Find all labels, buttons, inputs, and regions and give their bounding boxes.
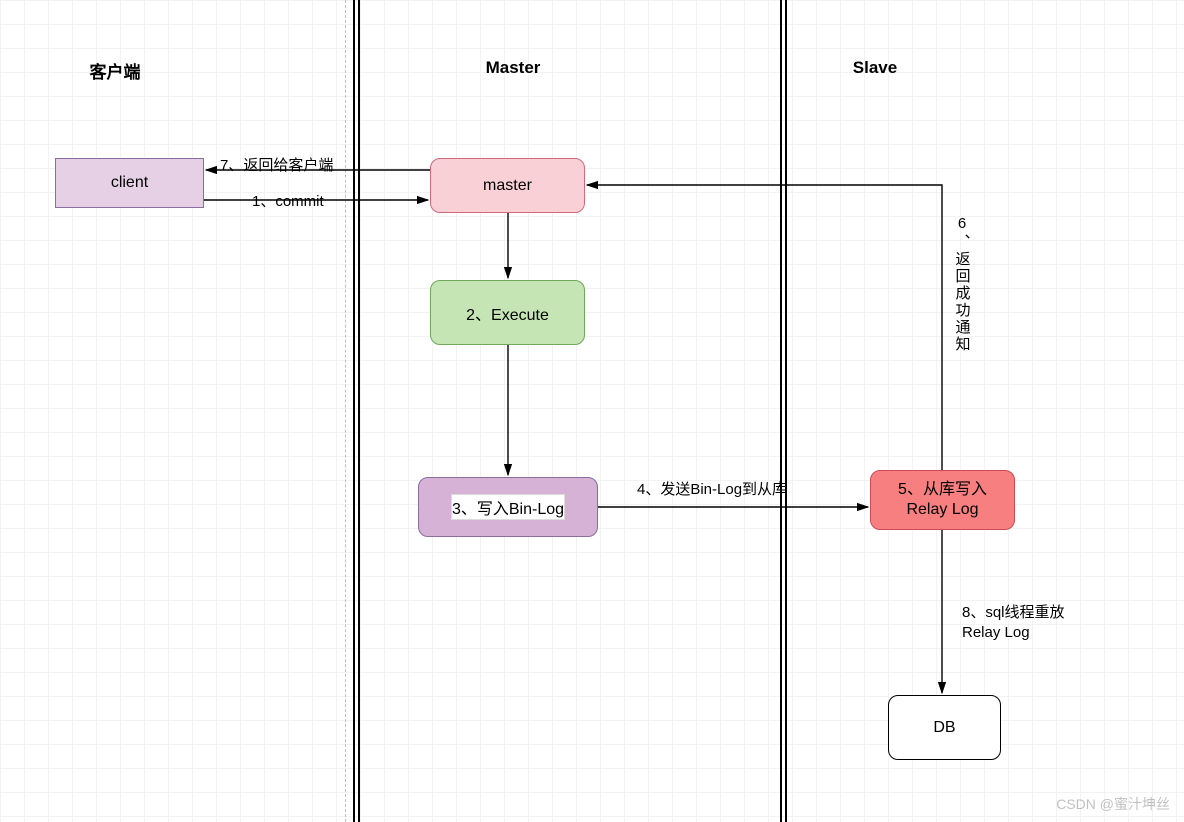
node-binlog: 3、写入Bin-Log (418, 477, 598, 537)
node-execute-label: 2、Execute (466, 301, 549, 325)
node-relay-line2: Relay Log (898, 500, 987, 520)
edge-sql-replay-line2: Relay Log (962, 623, 1065, 643)
node-db: DB (888, 695, 1001, 760)
edge-return-success: 6、返回成功通知 (950, 215, 974, 353)
node-binlog-label: 3、写入Bin-Log (451, 494, 565, 520)
node-relay: 5、从库写入 Relay Log (870, 470, 1015, 530)
divider-solid-b2 (785, 0, 787, 822)
node-client: client (55, 158, 204, 208)
edge-return-client: 7、返回给客户端 (218, 156, 335, 176)
grid-background (0, 0, 1184, 822)
node-master: master (430, 158, 585, 213)
divider-solid-b1 (780, 0, 782, 822)
edge-send-binlog: 4、发送Bin-Log到从库 (635, 480, 789, 500)
node-master-label: master (483, 177, 532, 195)
section-title-slave: Slave (835, 58, 915, 78)
node-relay-line1: 5、从库写入 (898, 480, 987, 500)
section-title-master: Master (473, 58, 553, 78)
node-db-label: DB (933, 719, 955, 737)
node-client-label: client (111, 174, 148, 192)
divider-solid-a2 (358, 0, 360, 822)
edge-sql-replay-line1: 8、sql线程重放 (962, 603, 1065, 623)
watermark: CSDN @蜜汁坤丝 (1056, 794, 1170, 814)
divider-solid-a1 (353, 0, 355, 822)
node-execute: 2、Execute (430, 280, 585, 345)
edge-commit: 1、commit (250, 192, 326, 212)
divider-dashed (345, 0, 346, 822)
section-title-client: 客户端 (70, 58, 160, 83)
